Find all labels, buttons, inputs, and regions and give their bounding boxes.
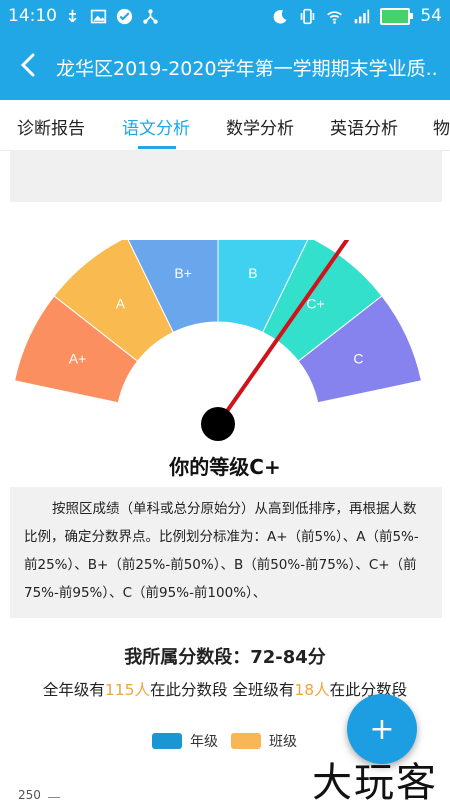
usb-icon xyxy=(68,9,77,23)
gauge-label-aplus: A+ xyxy=(69,350,87,366)
tab-physics[interactable]: 物 xyxy=(433,114,450,139)
app-bar: 龙华区2019-2020学年第一学期期末学业质.. xyxy=(0,32,450,100)
subject-tabs: 诊断报告 语文分析 数学分析 英语分析 物 xyxy=(0,100,450,151)
page-title: 龙华区2019-2020学年第一学期期末学业质.. xyxy=(56,58,438,80)
tab-math-analysis[interactable]: 数学分析 xyxy=(226,114,294,139)
grade-count: 115人 xyxy=(104,681,150,699)
grade-explanation-box: 按照区成绩（单科或总分原始分）从高到低排序，再根据人数比例，确定分数界点。比例划… xyxy=(10,487,442,618)
class-count: 18人 xyxy=(294,681,330,699)
share-icon xyxy=(143,9,158,24)
check-circle-icon xyxy=(116,8,133,25)
grade-explanation-text: 按照区成绩（单科或总分原始分）从高到低排序，再根据人数比例，确定分数界点。比例划… xyxy=(24,501,419,601)
gauge-label-a: A xyxy=(116,296,126,312)
active-tab-indicator xyxy=(138,146,176,149)
wifi-icon xyxy=(327,10,343,24)
signal-icon xyxy=(355,9,370,23)
add-button[interactable]: + xyxy=(347,694,417,764)
grade-result: 你的等级C+ xyxy=(169,455,281,479)
battery-level: 54 xyxy=(420,6,442,26)
gauge-label-cplus: C+ xyxy=(306,296,324,312)
battery-icon xyxy=(380,7,414,25)
plus-icon: + xyxy=(369,711,395,747)
moon-icon xyxy=(273,9,287,24)
status-time: 14:10 xyxy=(8,6,57,26)
vibrate-icon xyxy=(301,8,315,24)
gauge-label-c: C xyxy=(353,350,363,366)
gauge-label-b: B xyxy=(248,265,257,281)
legend-swatch-grade xyxy=(152,733,182,749)
gauge-pivot xyxy=(201,407,235,441)
chart-axis-line xyxy=(48,797,60,798)
tab-chinese-analysis[interactable]: 语文分析 xyxy=(122,114,190,139)
score-segment-title: 我所属分数段：72-84分 xyxy=(124,647,326,668)
legend-swatch-class xyxy=(231,733,261,749)
tab-english-analysis[interactable]: 英语分析 xyxy=(330,114,398,139)
grade-gauge: A+ A B+ B C+ C xyxy=(13,240,423,441)
image-icon xyxy=(90,9,107,24)
legend-item-grade: 年级 xyxy=(152,731,218,751)
status-bar: 14:10 54 xyxy=(0,0,450,32)
gauge-label-bplus: B+ xyxy=(174,265,192,281)
back-arrow-icon[interactable] xyxy=(16,52,42,78)
tab-diagnosis-report[interactable]: 诊断报告 xyxy=(17,114,85,139)
legend-item-class: 班级 xyxy=(231,731,297,751)
scrolled-text-box xyxy=(10,150,442,202)
